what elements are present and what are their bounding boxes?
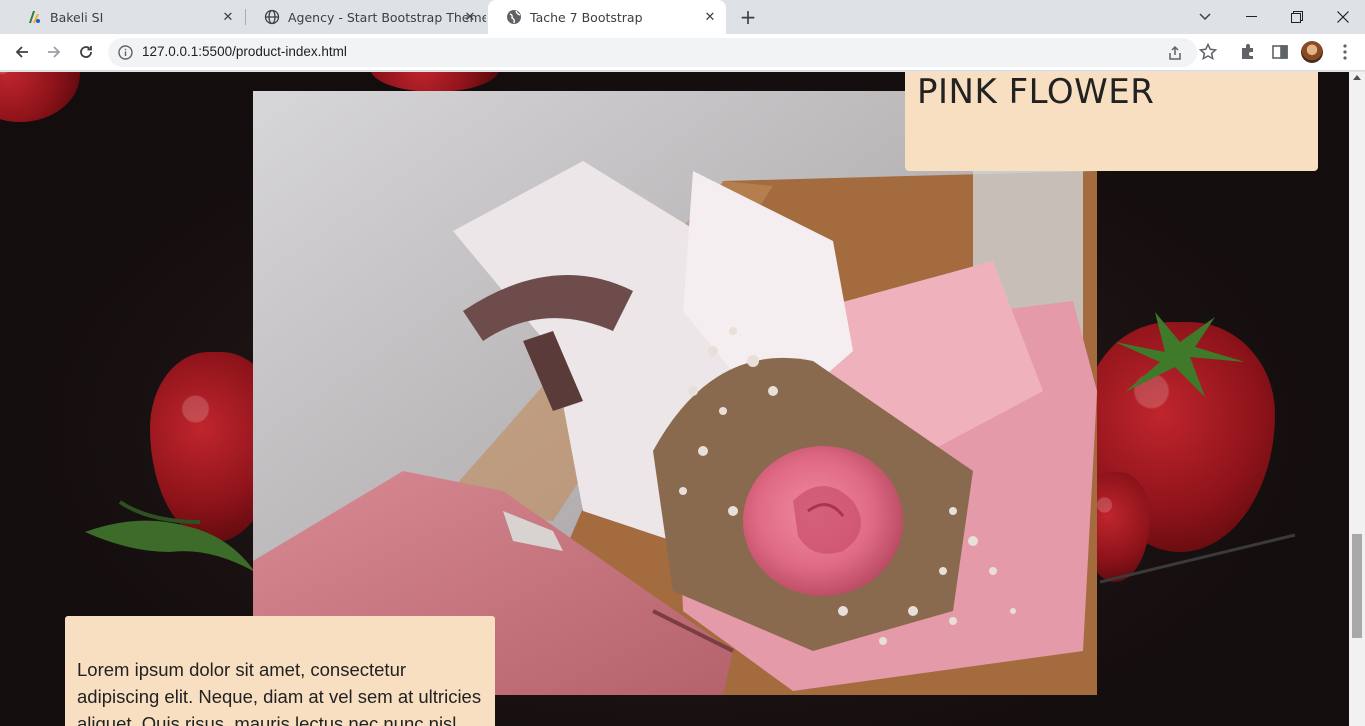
globe-icon bbox=[264, 9, 280, 25]
scrollbar-thumb[interactable] bbox=[1352, 534, 1362, 638]
product-description: Lorem ipsum dolor sit amet, consectetur … bbox=[77, 659, 482, 726]
tab-bakeli[interactable]: Bakeli SI ✕ bbox=[8, 0, 244, 34]
info-icon[interactable] bbox=[118, 45, 133, 60]
vertical-scrollbar[interactable] bbox=[1349, 72, 1365, 726]
side-panel-icon[interactable] bbox=[1270, 42, 1290, 62]
page-viewport: PINK FLOWER Lorem ipsum dolor sit amet, … bbox=[0, 72, 1349, 726]
restore-button[interactable] bbox=[1274, 0, 1320, 34]
back-button[interactable] bbox=[8, 38, 36, 66]
close-icon[interactable]: ✕ bbox=[463, 10, 477, 25]
leaf-decoration bbox=[1115, 312, 1245, 397]
close-icon[interactable]: ✕ bbox=[703, 10, 717, 25]
tab-search-icon[interactable] bbox=[1182, 0, 1228, 34]
plate-decoration bbox=[1100, 533, 1296, 584]
address-bar[interactable]: 127.0.0.1:5500/product-index.html bbox=[108, 38, 1197, 67]
product-description-card: Lorem ipsum dolor sit amet, consectetur … bbox=[65, 616, 495, 726]
strawberry-decoration bbox=[370, 72, 500, 92]
close-icon[interactable]: ✕ bbox=[221, 10, 235, 25]
tab-tache7[interactable]: Tache 7 Bootstrap ✕ bbox=[488, 0, 726, 34]
minimize-button[interactable] bbox=[1228, 0, 1274, 34]
product-image bbox=[253, 91, 1097, 695]
globe-icon bbox=[506, 9, 522, 25]
product-title: PINK FLOWER bbox=[917, 72, 1155, 112]
bookmark-star-icon[interactable] bbox=[1198, 42, 1218, 62]
bakeli-logo-icon bbox=[26, 9, 42, 25]
tab-title: Agency - Start Bootstrap Theme bbox=[288, 9, 486, 25]
share-icon[interactable] bbox=[1166, 44, 1184, 62]
leaf-decoration bbox=[85, 500, 255, 572]
strawberry-decoration bbox=[0, 72, 80, 122]
close-window-button[interactable] bbox=[1320, 0, 1365, 34]
reload-button[interactable] bbox=[72, 38, 100, 66]
tab-title: Tache 7 Bootstrap bbox=[530, 9, 643, 25]
product-title-card: PINK FLOWER bbox=[905, 72, 1318, 171]
extensions-icon[interactable] bbox=[1238, 42, 1258, 62]
tab-strip: Bakeli SI ✕ Agency - Start Bootstrap The… bbox=[0, 0, 1365, 34]
url-text: 127.0.0.1:5500/product-index.html bbox=[142, 44, 347, 59]
tab-agency[interactable]: Agency - Start Bootstrap Theme ✕ bbox=[246, 0, 486, 34]
browser-toolbar: 127.0.0.1:5500/product-index.html bbox=[0, 34, 1365, 71]
scroll-up-arrow[interactable] bbox=[1353, 75, 1361, 80]
profile-avatar[interactable] bbox=[1301, 41, 1323, 63]
menu-kebab-icon[interactable] bbox=[1335, 42, 1355, 62]
tab-title: Bakeli SI bbox=[50, 9, 104, 25]
forward-button[interactable] bbox=[40, 38, 68, 66]
new-tab-button[interactable]: + bbox=[736, 5, 760, 29]
